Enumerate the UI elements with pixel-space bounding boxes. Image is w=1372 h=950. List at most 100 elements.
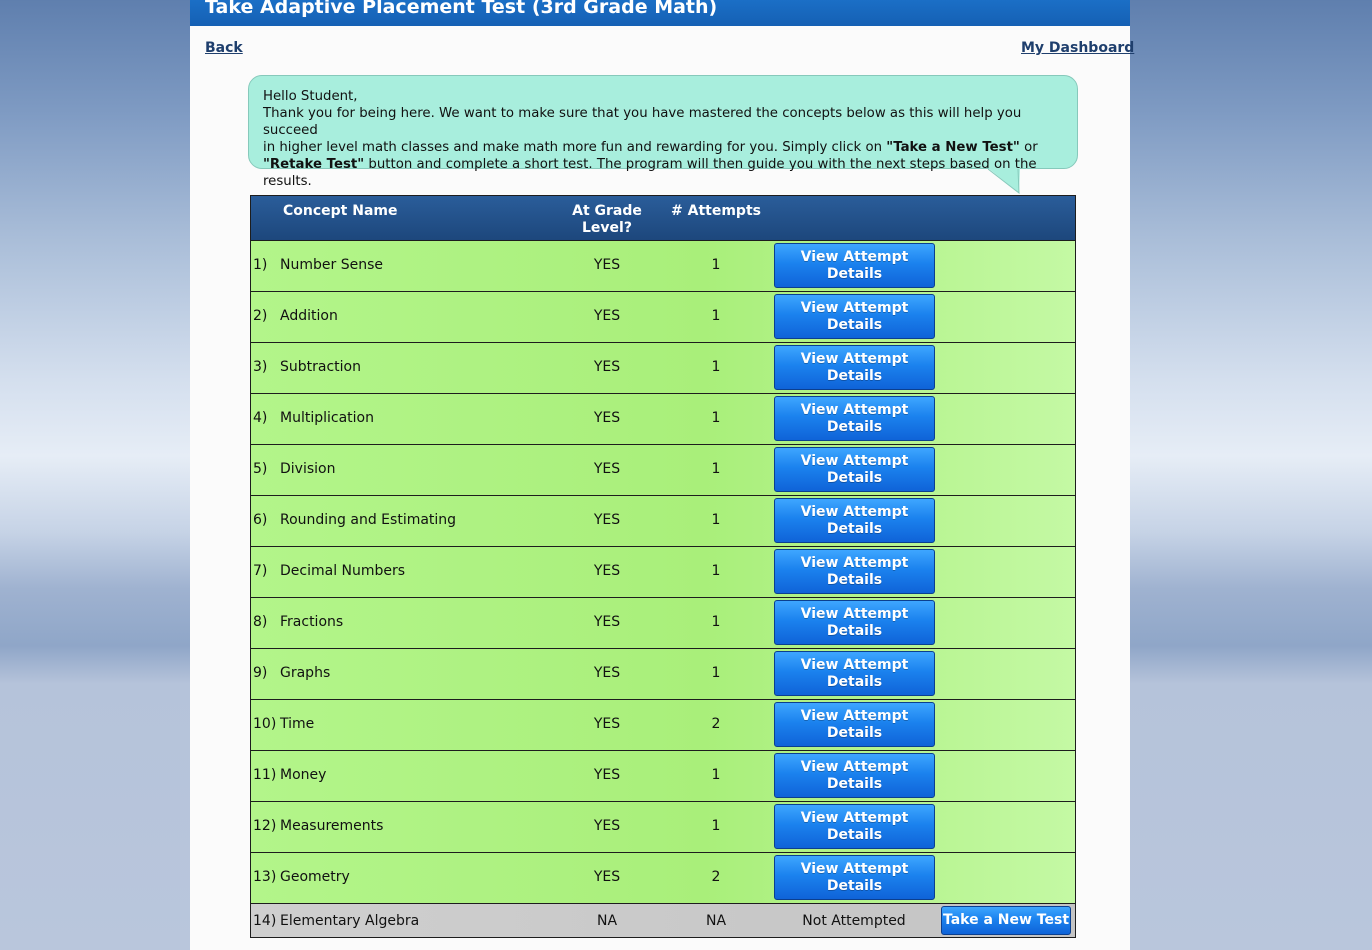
attempts-count: 1 (711, 461, 721, 477)
at-grade-level-value: YES (593, 767, 621, 783)
take-new-test-button[interactable]: Take a New Test (941, 906, 1071, 935)
at-grade-level-value: YES (593, 818, 621, 834)
table-row: 13) Geometry YES 2 View Attempt Details (251, 853, 1075, 903)
view-attempt-details-button[interactable]: View Attempt Details (774, 498, 935, 543)
table-row: 12) Measurements YES 1 View Attempt Details (251, 802, 1075, 852)
concept-name: Fractions (280, 614, 344, 630)
table-row: 9) Graphs YES 1 View Attempt Details (251, 649, 1075, 699)
attempts-count: 1 (711, 614, 721, 630)
table-row: 7) Decimal Numbers YES 1 View Attempt Details (251, 547, 1075, 597)
attempts-count: 1 (711, 359, 721, 375)
attempts-count: 1 (711, 308, 721, 324)
table-row: 1) Number Sense YES 1 View Attempt Details (251, 241, 1075, 291)
view-attempt-details-button[interactable]: View Attempt Details (774, 804, 935, 849)
page-title: Take Adaptive Placement Test (3rd Grade … (205, 0, 718, 18)
concept-name: Addition (280, 308, 338, 324)
at-grade-level-value: YES (593, 257, 621, 273)
back-link[interactable]: Back (205, 40, 243, 56)
attempts-count: NA (705, 913, 727, 929)
concept-number: 7) (253, 563, 268, 579)
instructions-line-2: in higher level math classes and make ma… (263, 140, 1038, 155)
my-dashboard-link[interactable]: My Dashboard (1021, 40, 1134, 56)
at-grade-level-value: YES (593, 359, 621, 375)
table-row-not-attempted: 14) Elementary Algebra NA NA Not Attempted Ta… (251, 904, 1075, 937)
header-attempts: # Attempts (671, 203, 761, 219)
concept-name: Number Sense (280, 257, 383, 273)
view-attempt-details-button[interactable]: View Attempt Details (774, 396, 935, 441)
table-header: Concept Name At Grade Level? # Attempts (251, 196, 1075, 240)
concept-number: 2) (253, 308, 268, 324)
table-row: 8) Fractions YES 1 View Attempt Details (251, 598, 1075, 648)
at-grade-level-value: NA (596, 913, 618, 929)
concept-number: 6) (253, 512, 268, 528)
table-row: 10) Time YES 2 View Attempt Details (251, 700, 1075, 750)
greeting-text: Hello Student, (263, 89, 358, 104)
attempts-count: 2 (711, 869, 721, 885)
at-grade-level-value: YES (593, 512, 621, 528)
instructions-speech-bubble: Hello Student, Thank you for being here.… (248, 75, 1078, 189)
concept-name: Money (280, 767, 327, 783)
at-grade-level-value: YES (593, 716, 621, 732)
instructions-line-1: Thank you for being here. We want to mak… (263, 106, 1022, 138)
view-attempt-details-button[interactable]: View Attempt Details (774, 702, 935, 747)
instructions-line-3: "Retake Test" button and complete a shor… (263, 157, 1037, 189)
view-attempt-details-button[interactable]: View Attempt Details (774, 345, 935, 390)
concept-name: Graphs (280, 665, 331, 681)
page-header: Take Adaptive Placement Test (3rd Grade … (190, 0, 1130, 26)
table-row: 5) Division YES 1 View Attempt Details (251, 445, 1075, 495)
concept-number: 3) (253, 359, 268, 375)
at-grade-level-value: YES (593, 869, 621, 885)
concept-number: 11) (253, 767, 277, 783)
concept-name: Measurements (280, 818, 384, 834)
table-row: 2) Addition YES 1 View Attempt Details (251, 292, 1075, 342)
attempts-count: 1 (711, 257, 721, 273)
attempts-count: 1 (711, 665, 721, 681)
concept-number: 14) (253, 913, 277, 929)
concept-number: 9) (253, 665, 268, 681)
concept-name: Multiplication (280, 410, 374, 426)
table-row: 4) Multiplication YES 1 View Attempt Details (251, 394, 1075, 444)
concept-number: 5) (253, 461, 268, 477)
attempts-count: 1 (711, 767, 721, 783)
attempts-count: 1 (711, 512, 721, 528)
concept-name: Rounding and Estimating (280, 512, 457, 528)
concepts-table: Concept Name At Grade Level? # Attempts … (250, 195, 1076, 938)
speech-bubble-tail (988, 168, 1020, 194)
attempts-count: 1 (711, 563, 721, 579)
status-text: Not Attempted (802, 913, 906, 929)
view-attempt-details-button[interactable]: View Attempt Details (774, 753, 935, 798)
attempts-count: 1 (711, 410, 721, 426)
at-grade-level-value: YES (593, 410, 621, 426)
concept-number: 1) (253, 257, 268, 273)
view-attempt-details-button[interactable]: View Attempt Details (774, 447, 935, 492)
concept-number: 12) (253, 818, 277, 834)
concept-name: Subtraction (280, 359, 361, 375)
at-grade-level-value: YES (593, 614, 621, 630)
header-concept-name: Concept Name (283, 203, 398, 219)
concept-name: Division (280, 461, 336, 477)
at-grade-level-value: YES (593, 461, 621, 477)
concept-number: 8) (253, 614, 268, 630)
concept-name: Time (280, 716, 315, 732)
attempts-count: 1 (711, 818, 721, 834)
attempts-count: 2 (711, 716, 721, 732)
concept-number: 13) (253, 869, 277, 885)
concept-number: 10) (253, 716, 277, 732)
take-new-test-quote: "Take a New Test" (886, 140, 1020, 155)
view-attempt-details-button[interactable]: View Attempt Details (774, 855, 935, 900)
table-row: 11) Money YES 1 View Attempt Details (251, 751, 1075, 801)
at-grade-level-value: YES (593, 563, 621, 579)
view-attempt-details-button[interactable]: View Attempt Details (774, 243, 935, 288)
concept-name: Geometry (280, 869, 350, 885)
table-row: 3) Subtraction YES 1 View Attempt Details (251, 343, 1075, 393)
at-grade-level-value: YES (593, 665, 621, 681)
concept-number: 4) (253, 410, 268, 426)
concept-name: Elementary Algebra (280, 913, 420, 929)
retake-test-quote: "Retake Test" (263, 157, 365, 172)
view-attempt-details-button[interactable]: View Attempt Details (774, 294, 935, 339)
at-grade-level-value: YES (593, 308, 621, 324)
view-attempt-details-button[interactable]: View Attempt Details (774, 651, 935, 696)
table-row: 6) Rounding and Estimating YES 1 View Attemp… (251, 496, 1075, 546)
view-attempt-details-button[interactable]: View Attempt Details (774, 600, 935, 645)
view-attempt-details-button[interactable]: View Attempt Details (774, 549, 935, 594)
